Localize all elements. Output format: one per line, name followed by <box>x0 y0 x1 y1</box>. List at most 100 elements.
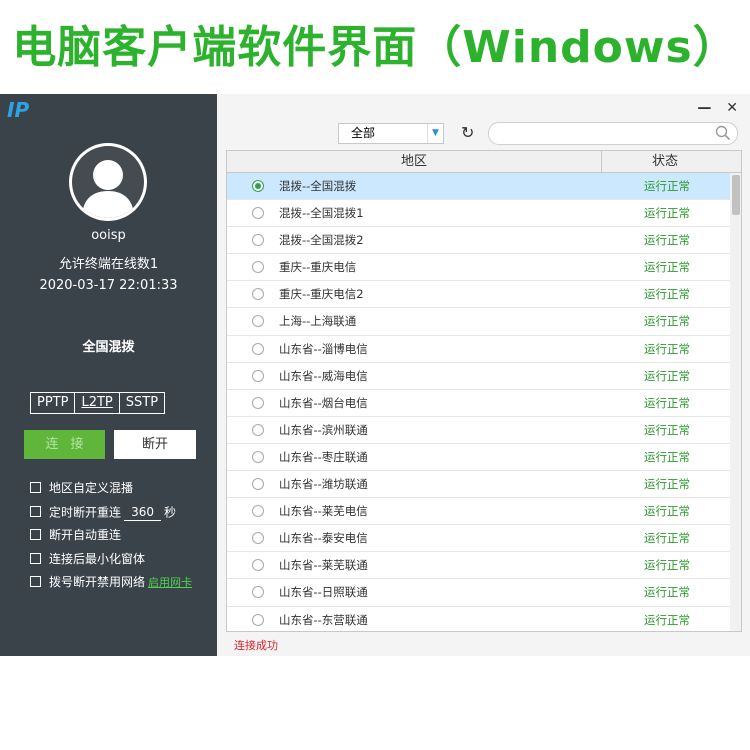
row-radio[interactable] <box>252 180 264 192</box>
region-table: 地区 状态 混拨--全国混拨 运行正常 混拨--全国混拨1 运行正常 混拨--全国混拨2… <box>226 150 742 632</box>
allowed-terminals-text: 允许终端在线数1 <box>58 257 159 272</box>
region-filter-select[interactable]: 全部 ▼ <box>338 123 444 144</box>
option-timed-reconnect: 定时断开重连 秒 <box>30 504 192 529</box>
chevron-down-icon[interactable]: ▼ <box>427 124 443 143</box>
row-status: 运行正常 <box>644 422 690 437</box>
search-icon[interactable] <box>715 125 731 141</box>
custom-region-label: 地区自定义混播 <box>49 481 134 495</box>
row-region-name: 山东省--泰安电信 <box>279 531 368 546</box>
current-region: 全国混拨 <box>82 340 135 355</box>
table-row[interactable]: 山东省--枣庄联通 运行正常 <box>227 444 730 472</box>
column-header-region[interactable]: 地区 <box>227 151 602 172</box>
disconnect-button[interactable]: 断开 <box>114 430 196 459</box>
row-radio[interactable] <box>252 315 264 328</box>
row-radio[interactable] <box>252 423 264 436</box>
table-row[interactable]: 山东省--莱芜电信 运行正常 <box>227 498 730 526</box>
row-region-name: 山东省--东营联通 <box>279 612 368 627</box>
row-radio[interactable] <box>252 261 264 274</box>
scrollbar-thumb[interactable] <box>732 175 740 215</box>
refresh-icon[interactable]: ↻ <box>461 124 479 142</box>
disable-network-label: 拨号断开禁用网络 <box>49 575 146 589</box>
table-row[interactable]: 山东省--泰安电信 运行正常 <box>227 525 730 553</box>
custom-region-checkbox[interactable] <box>30 482 41 493</box>
table-row[interactable]: 混拨--全国混拨 运行正常 <box>227 173 730 201</box>
table-row[interactable]: 山东省--潍坊联通 运行正常 <box>227 471 730 499</box>
row-status: 运行正常 <box>644 504 690 519</box>
minimize-checkbox[interactable] <box>30 552 41 564</box>
row-region-name: 山东省--莱芜联通 <box>279 558 368 573</box>
table-row[interactable]: 山东省--淄博电信 运行正常 <box>227 336 730 363</box>
row-radio[interactable] <box>252 505 264 518</box>
username: ooisp <box>91 228 126 243</box>
row-status: 运行正常 <box>644 179 690 193</box>
banner-title: 电脑客户端软件界面（Windows） <box>12 22 738 73</box>
row-region-name: 上海--上海联通 <box>279 314 357 329</box>
row-status: 运行正常 <box>644 314 690 329</box>
option-auto-reconnect: 断开自动重连 <box>30 528 192 552</box>
row-status: 运行正常 <box>644 558 690 573</box>
row-radio[interactable] <box>252 396 264 409</box>
row-status: 运行正常 <box>644 449 690 464</box>
table-row[interactable]: 山东省--烟台电信 运行正常 <box>227 390 730 417</box>
row-region-name: 混拨--全国混拨 <box>279 179 357 193</box>
row-status: 运行正常 <box>644 233 690 248</box>
minimize-button[interactable]: — <box>697 100 711 116</box>
row-radio[interactable] <box>252 369 264 382</box>
row-radio[interactable] <box>252 586 264 599</box>
window-controls: — ✕ <box>687 100 738 116</box>
row-radio[interactable] <box>252 342 264 355</box>
close-button[interactable]: ✕ <box>726 100 738 116</box>
table-body: 混拨--全国混拨 运行正常 混拨--全国混拨1 运行正常 混拨--全国混拨2 运行正常 重庆… <box>227 173 730 632</box>
row-region-name: 山东省--枣庄联通 <box>279 449 368 464</box>
row-radio[interactable] <box>252 288 264 301</box>
status-message: 连接成功 <box>234 639 278 652</box>
table-row[interactable]: 混拨--全国混拨1 运行正常 <box>227 200 730 228</box>
row-status: 运行正常 <box>644 612 690 627</box>
row-status: 运行正常 <box>644 477 690 492</box>
table-row[interactable]: 山东省--东营联通 运行正常 <box>227 607 730 632</box>
row-radio[interactable] <box>252 234 264 247</box>
table-row[interactable]: 山东省--莱芜联通 运行正常 <box>227 552 730 580</box>
row-radio[interactable] <box>252 450 264 463</box>
row-region-name: 混拨--全国混拨1 <box>279 206 364 221</box>
search-input[interactable] <box>488 122 738 145</box>
table-row[interactable]: 重庆--重庆电信 运行正常 <box>227 254 730 282</box>
row-status: 运行正常 <box>644 531 690 546</box>
row-radio[interactable] <box>252 207 264 220</box>
table-row[interactable]: 山东省--日照联通 运行正常 <box>227 579 730 607</box>
table-row[interactable]: 重庆--重庆电信2 运行正常 <box>227 281 730 309</box>
connect-button[interactable]: 连接 <box>24 430 105 459</box>
row-region-name: 重庆--重庆电信 <box>279 260 357 275</box>
row-status: 运行正常 <box>644 287 690 302</box>
row-region-name: 重庆--重庆电信2 <box>279 287 364 302</box>
row-status: 运行正常 <box>644 368 690 383</box>
option-custom-region: 地区自定义混播 <box>30 481 192 505</box>
scrollbar[interactable] <box>730 173 741 631</box>
row-radio[interactable] <box>252 613 264 626</box>
row-region-name: 山东省--威海电信 <box>279 368 368 383</box>
row-radio[interactable] <box>252 478 264 491</box>
row-status: 运行正常 <box>644 341 690 356</box>
region-filter-value: 全部 <box>351 126 376 140</box>
enable-nic-link[interactable]: 启用网卡 <box>148 576 192 589</box>
protocol-l2tp[interactable]: L2TP <box>74 392 120 414</box>
row-region-name: 山东省--日照联通 <box>279 585 368 600</box>
auto-reconnect-checkbox[interactable] <box>30 529 41 540</box>
reconnect-seconds-input[interactable] <box>124 504 162 521</box>
table-row[interactable]: 山东省--滨州联通 运行正常 <box>227 417 730 444</box>
protocol-sstp[interactable]: SSTP <box>118 392 166 414</box>
table-row[interactable]: 混拨--全国混拨2 运行正常 <box>227 227 730 255</box>
column-header-status[interactable]: 状态 <box>602 151 728 172</box>
row-radio[interactable] <box>252 532 264 545</box>
protocol-pptp[interactable]: PPTP <box>30 392 76 414</box>
minimize-label: 连接后最小化窗体 <box>49 551 146 566</box>
row-radio[interactable] <box>252 559 264 572</box>
row-status: 运行正常 <box>644 395 690 410</box>
timed-reconnect-checkbox[interactable] <box>30 506 41 517</box>
table-row[interactable]: 山东省--威海电信 运行正常 <box>227 363 730 390</box>
row-region-name: 混拨--全国混拨2 <box>279 233 364 248</box>
seconds-unit: 秒 <box>164 505 177 519</box>
table-row[interactable]: 上海--上海联通 运行正常 <box>227 308 730 336</box>
disable-network-checkbox[interactable] <box>30 576 41 587</box>
protocol-selector: PPTP L2TP SSTP <box>30 392 166 414</box>
